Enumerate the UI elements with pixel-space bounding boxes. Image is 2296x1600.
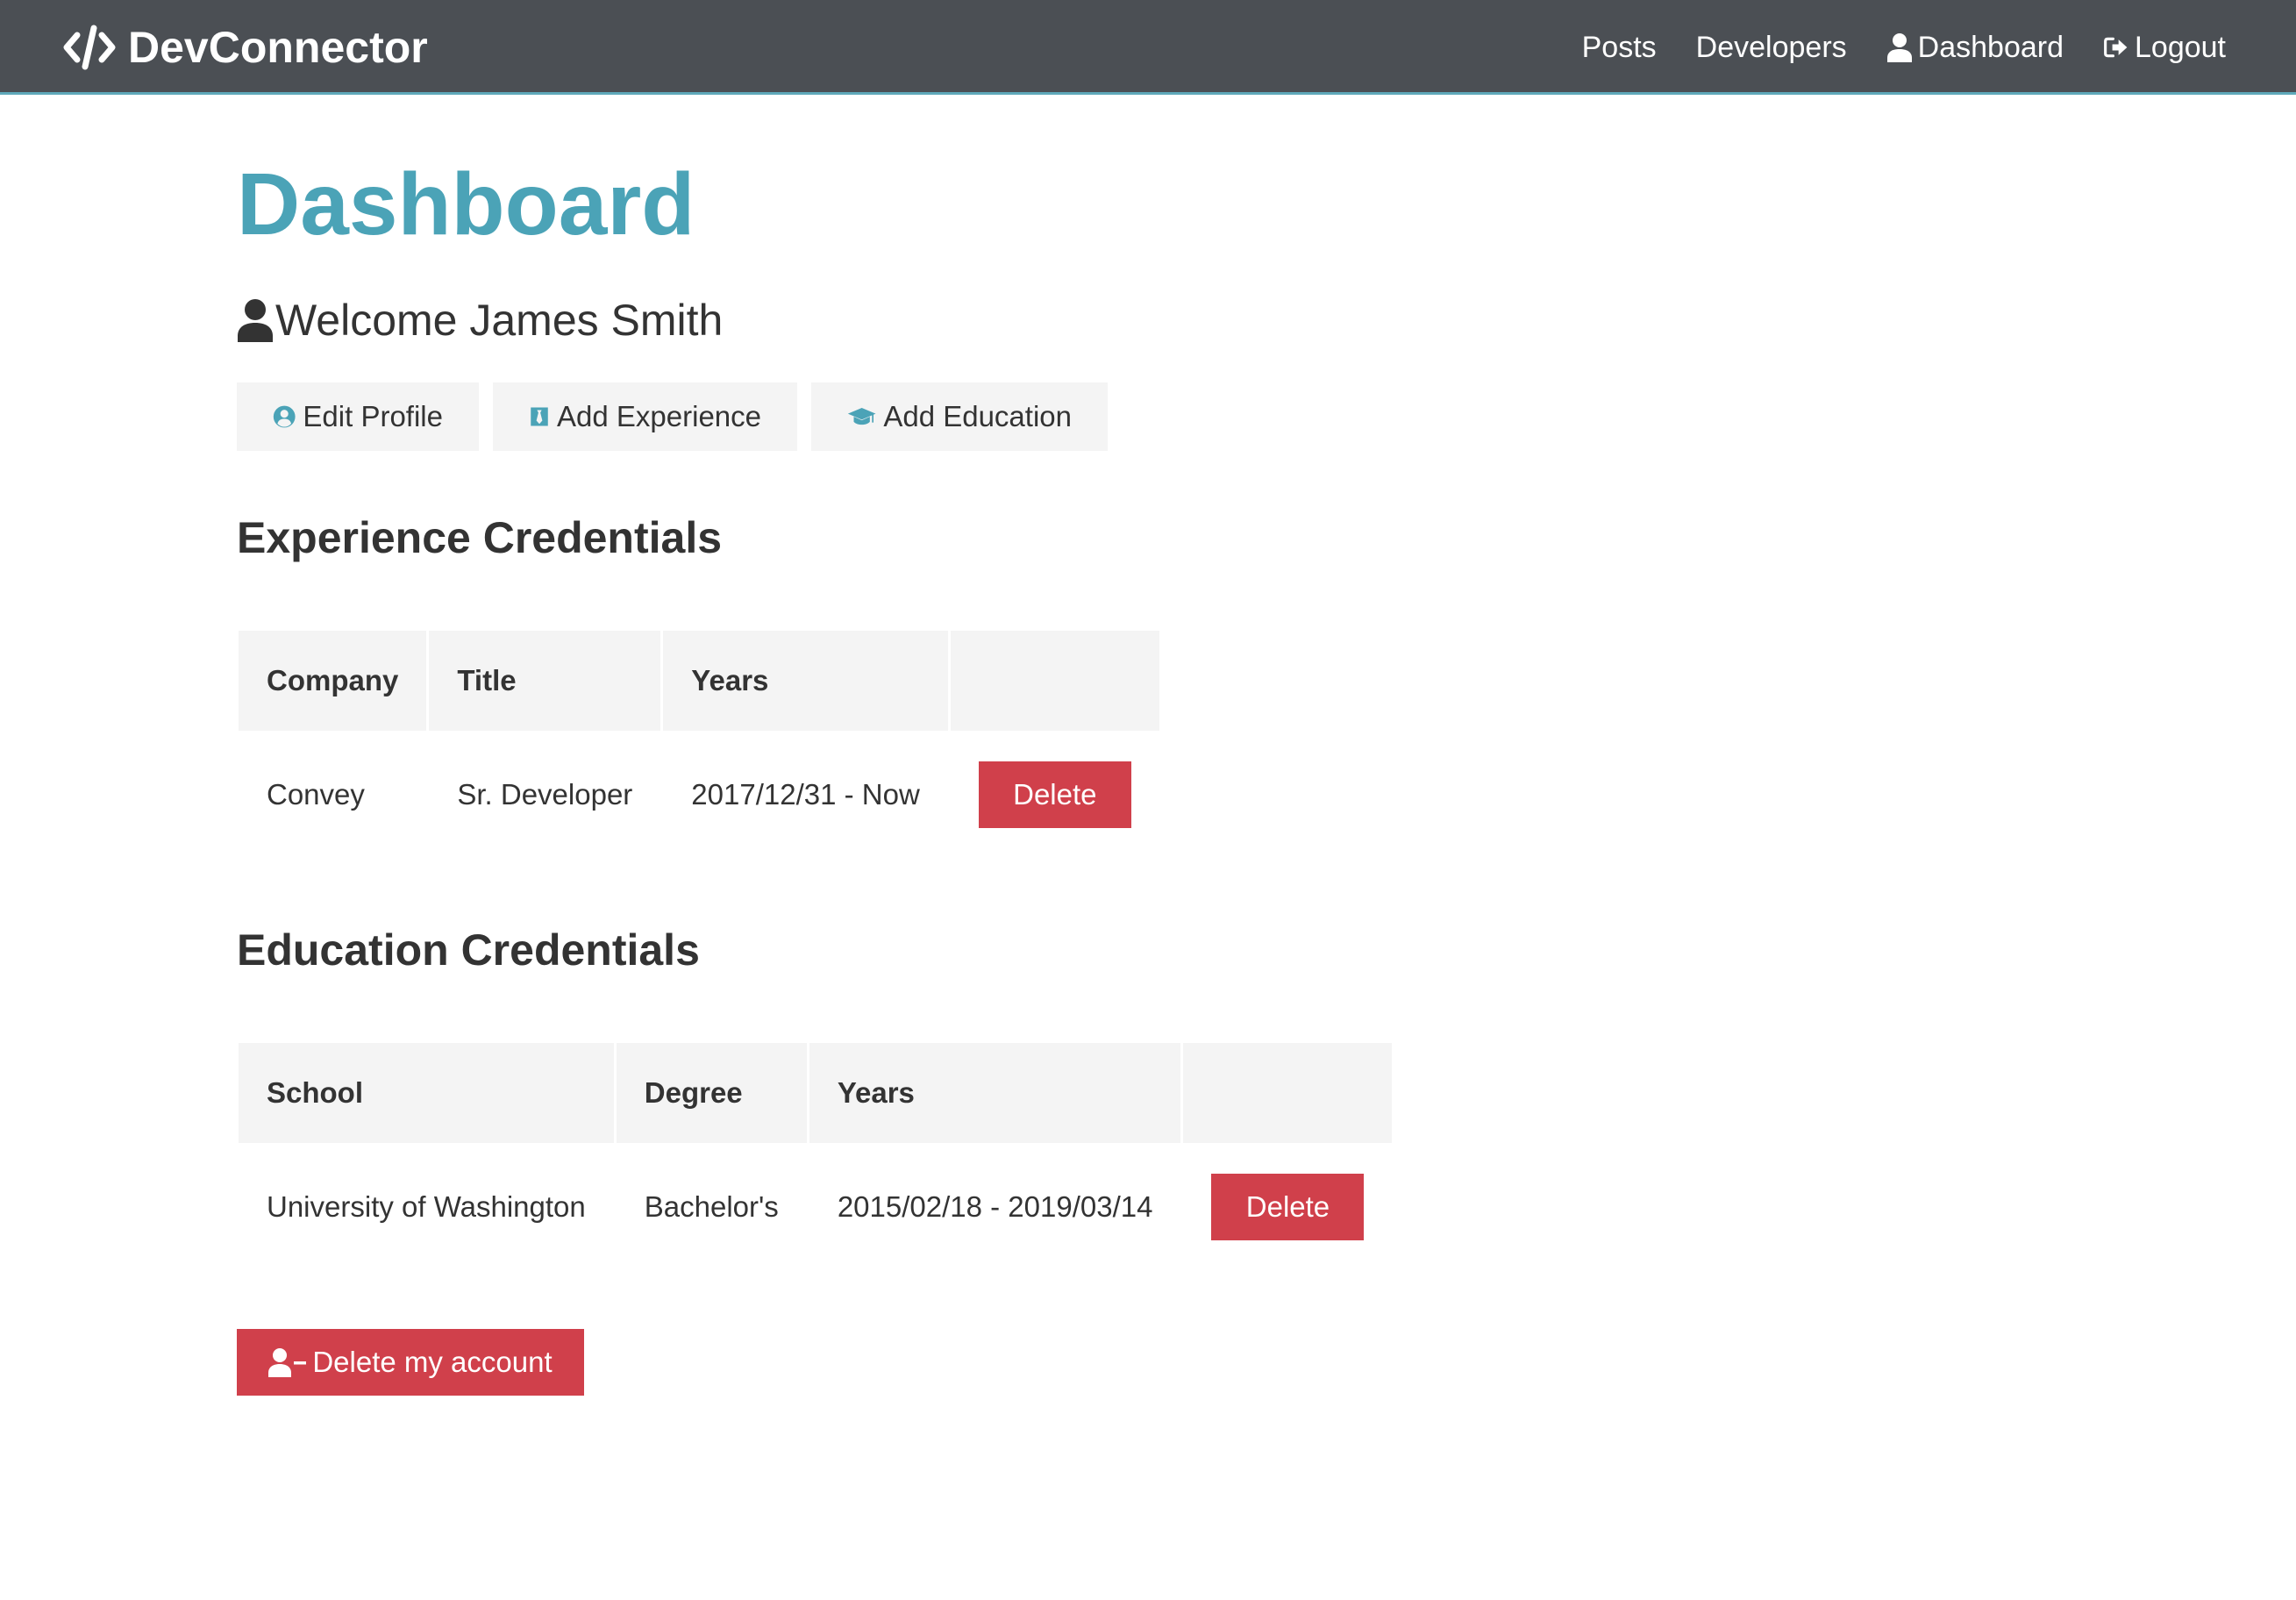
table-header-row: School Degree Years (239, 1043, 1393, 1143)
add-education-button[interactable]: Add Education (811, 382, 1108, 451)
graduation-cap-icon (847, 408, 876, 425)
add-experience-button[interactable]: Add Experience (493, 382, 797, 451)
table-row: Convey Sr. Developer 2017/12/31 - Now De… (239, 731, 1159, 859)
edit-profile-label: Edit Profile (303, 400, 443, 432)
column-header-title: Title (429, 631, 661, 731)
cell-years: 2017/12/31 - Now (691, 778, 920, 811)
nav-link-posts[interactable]: Posts (1582, 31, 1657, 65)
nav-link-label: Dashboard (1917, 30, 2064, 64)
cell-degree: Bachelor's (644, 1190, 779, 1223)
education-table: School Degree Years University of Washin… (236, 1043, 1394, 1271)
column-header-company: Company (239, 631, 427, 731)
black-tie-icon (531, 407, 548, 426)
nav-links: Posts Developers Dashboard Logout (1543, 0, 2226, 95)
experience-section-title: Experience Credentials (237, 513, 723, 562)
table-header-row: Company Title Years (239, 631, 1159, 731)
education-section-title: Education Credentials (237, 925, 700, 975)
dashboard-actions: Edit Profile Add Experience Add Educatio… (237, 382, 1122, 451)
code-icon (63, 25, 116, 70)
welcome-text: Welcome James Smith (275, 296, 724, 345)
delete-experience-button[interactable]: Delete (978, 761, 1131, 828)
nav-link-label: Developers (1695, 30, 1847, 64)
column-header-years: Years (809, 1043, 1181, 1143)
add-experience-label: Add Experience (557, 400, 761, 432)
delete-account-label: Delete my account (312, 1346, 553, 1378)
delete-account-button[interactable]: Delete my account (237, 1329, 584, 1396)
sign-out-icon (2104, 37, 2128, 58)
navbar: DevConnector Posts Developers Dashboard … (0, 0, 2296, 95)
cell-actions: Delete (1183, 1143, 1392, 1271)
welcome-message: Welcome James Smith (237, 295, 723, 346)
user-circle-icon (273, 405, 296, 428)
edit-profile-button[interactable]: Edit Profile (237, 382, 479, 451)
nav-link-developers[interactable]: Developers (1696, 31, 1847, 65)
experience-table: Company Title Years Convey Sr. Developer… (236, 631, 1162, 859)
page-title: Dashboard (237, 155, 695, 254)
cell-company: Convey (267, 778, 365, 811)
user-minus-icon (268, 1348, 307, 1377)
cell-years: 2015/02/18 - 2019/03/14 (837, 1190, 1153, 1223)
nav-link-label: Logout (2135, 30, 2226, 64)
nav-link-logout[interactable]: Logout (2103, 31, 2226, 65)
cell-actions: Delete (951, 731, 1159, 859)
nav-link-label: Posts (1581, 30, 1657, 64)
cell-school: University of Washington (267, 1190, 586, 1223)
column-header-degree: Degree (616, 1043, 807, 1143)
delete-education-button[interactable]: Delete (1211, 1174, 1365, 1240)
brand-label: DevConnector (128, 23, 428, 72)
cell-title: Sr. Developer (457, 778, 633, 811)
column-header-school: School (239, 1043, 614, 1143)
user-icon (238, 299, 273, 342)
add-education-label: Add Education (883, 400, 1072, 432)
column-header-actions (1183, 1043, 1393, 1143)
table-row: University of Washington Bachelor's 2015… (239, 1143, 1392, 1271)
brand-link[interactable]: DevConnector (61, 0, 428, 95)
column-header-years: Years (663, 631, 948, 731)
column-header-actions (950, 631, 1159, 731)
user-icon (1886, 33, 1912, 62)
nav-link-dashboard[interactable]: Dashboard (1886, 31, 2064, 65)
